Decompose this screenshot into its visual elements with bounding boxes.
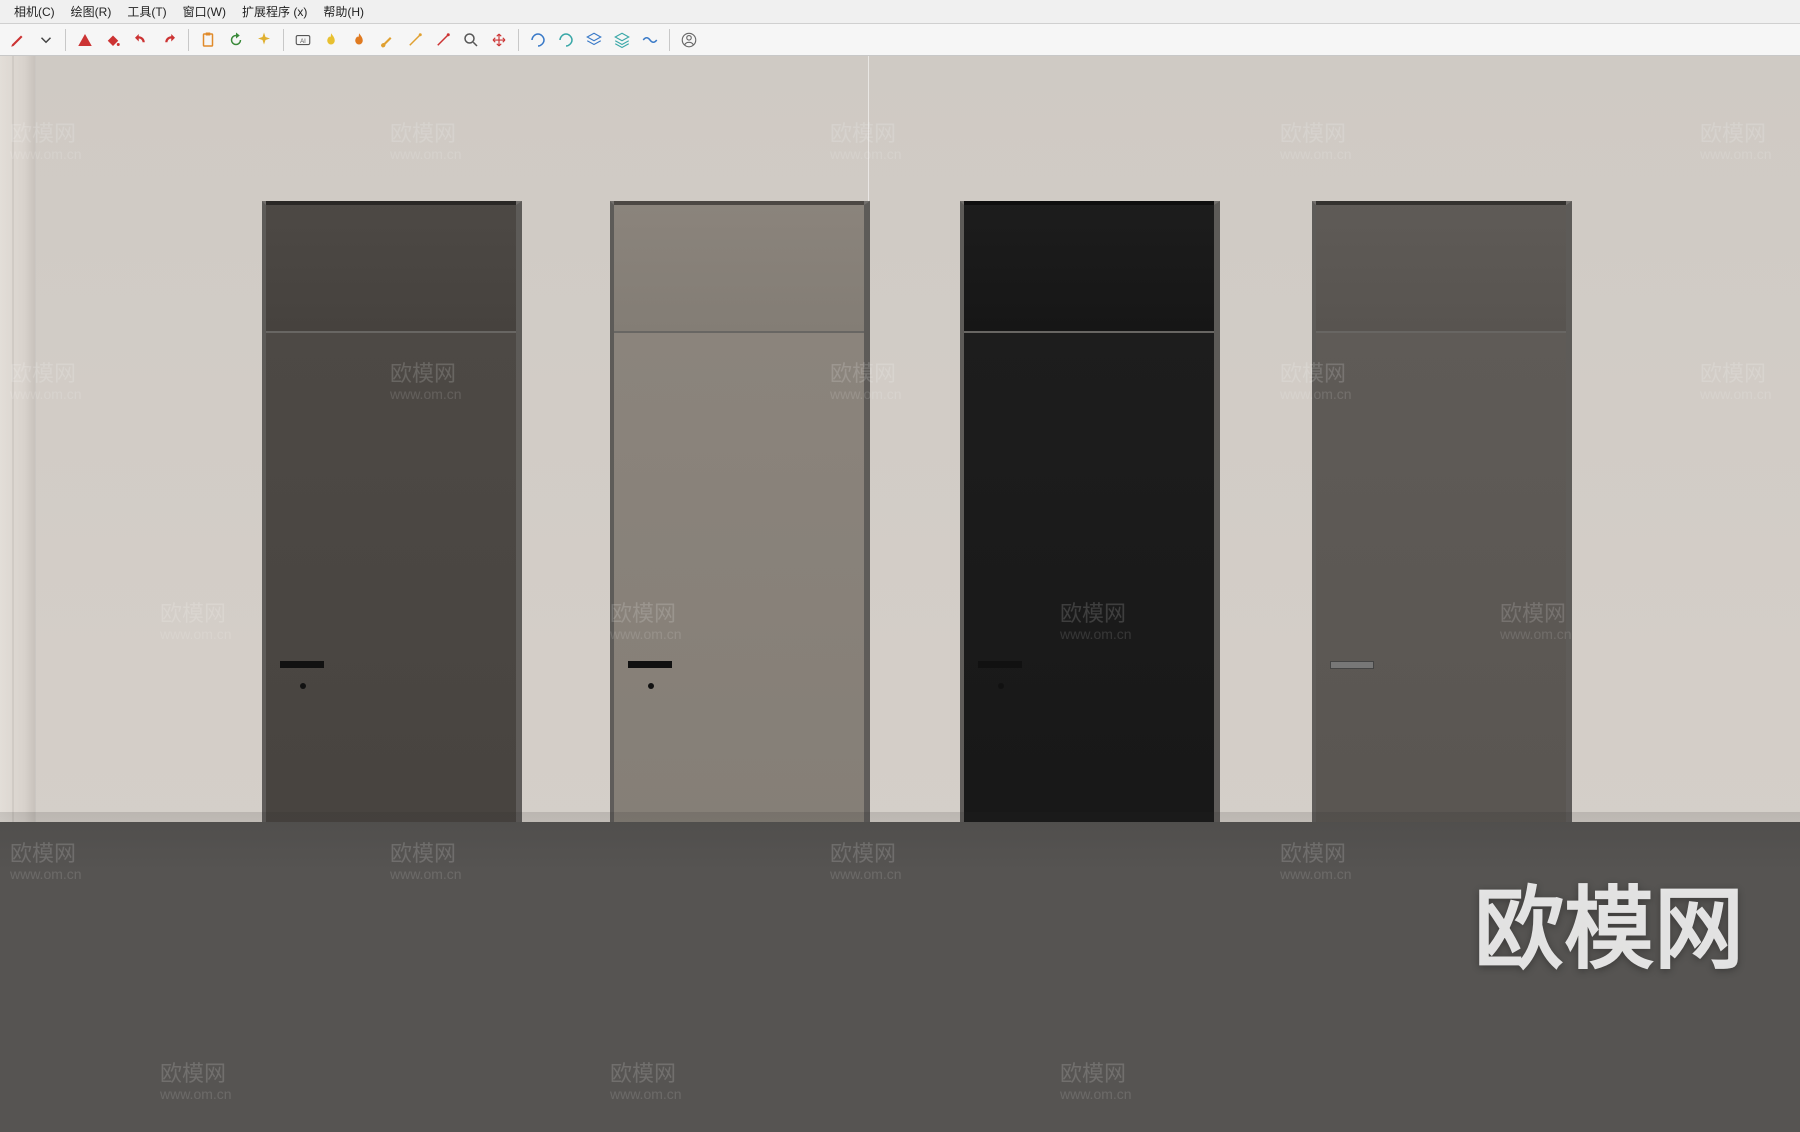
flame-orange-icon[interactable] — [347, 28, 371, 52]
swirl-teal-icon[interactable] — [554, 28, 578, 52]
watermark-small: 欧模网www.om.cn — [160, 596, 232, 642]
ai-icon[interactable]: AI — [291, 28, 315, 52]
menu-camera[interactable]: 相机(C) — [6, 3, 63, 20]
refresh-icon[interactable] — [224, 28, 248, 52]
svg-text:AI: AI — [300, 39, 306, 45]
separator — [65, 29, 66, 51]
flame-yellow-icon[interactable] — [319, 28, 343, 52]
scene-floor — [0, 822, 1800, 1132]
swirl-blue-icon[interactable] — [526, 28, 550, 52]
user-circle-icon[interactable] — [677, 28, 701, 52]
door-keyhole — [300, 683, 306, 689]
separator — [188, 29, 189, 51]
watermark-small: 欧模网www.om.cn — [1280, 116, 1352, 162]
sparkle-icon[interactable] — [252, 28, 276, 52]
door-keyhole — [998, 683, 1004, 689]
watermark-small: 欧模网www.om.cn — [830, 116, 902, 162]
separator — [283, 29, 284, 51]
arrows-out-icon[interactable] — [487, 28, 511, 52]
separator — [518, 29, 519, 51]
wand-icon[interactable] — [403, 28, 427, 52]
pencil-icon[interactable] — [6, 28, 30, 52]
stack-icon[interactable] — [582, 28, 606, 52]
door-keyhole — [648, 683, 654, 689]
toolbar: AI — [0, 24, 1800, 56]
menu-draw[interactable]: 绘图(R) — [63, 3, 120, 20]
undo-icon[interactable] — [129, 28, 153, 52]
paint-bucket-icon[interactable] — [101, 28, 125, 52]
wave-icon[interactable] — [638, 28, 662, 52]
menu-tools[interactable]: 工具(T) — [119, 3, 174, 20]
scene-left-wall — [0, 56, 36, 876]
magnifier-icon[interactable] — [459, 28, 483, 52]
door-handle — [280, 661, 324, 668]
dropdown-icon[interactable] — [34, 28, 58, 52]
clipboard-icon[interactable] — [196, 28, 220, 52]
brush-icon[interactable] — [375, 28, 399, 52]
watermark-small: 欧模网www.om.cn — [1700, 116, 1772, 162]
watermark-small: 欧模网www.om.cn — [1700, 356, 1772, 402]
menu-window[interactable]: 窗口(W) — [175, 3, 234, 20]
menu-extensions[interactable]: 扩展程序 (x) — [234, 3, 315, 20]
menu-help[interactable]: 帮助(H) — [315, 3, 372, 20]
watermark-small: 欧模网www.om.cn — [390, 116, 462, 162]
door-handle — [1330, 661, 1374, 669]
separator — [669, 29, 670, 51]
wand-red-icon[interactable] — [431, 28, 455, 52]
triangle-icon[interactable] — [73, 28, 97, 52]
scene-seam-line — [868, 56, 869, 201]
door-handle — [978, 661, 1022, 668]
door-handle — [628, 661, 672, 668]
redo-icon[interactable] — [157, 28, 181, 52]
viewport-3d[interactable]: 欧模网www.om.cn 欧模网www.om.cn 欧模网www.om.cn 欧… — [0, 56, 1800, 1132]
menu-bar: 相机(C) 绘图(R) 工具(T) 窗口(W) 扩展程序 (x) 帮助(H) — [0, 0, 1800, 24]
layers-icon[interactable] — [610, 28, 634, 52]
